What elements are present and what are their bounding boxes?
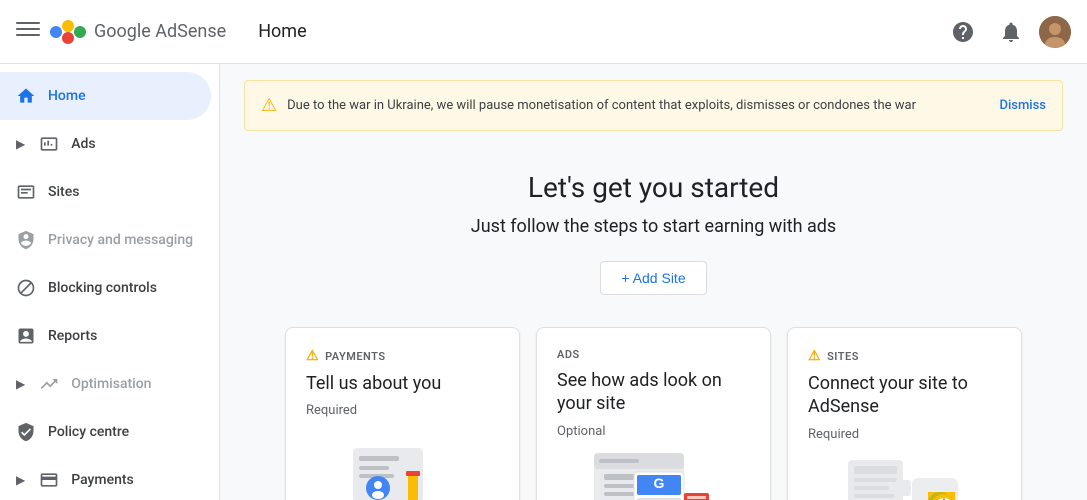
sidebar-item-label: Payments	[71, 472, 134, 488]
main-content: ⚠ Due to the war in Ukraine, we will pau…	[220, 64, 1087, 500]
card-badge: ADS	[557, 348, 750, 361]
privacy-icon	[16, 230, 36, 250]
add-site-label: + Add Site	[621, 270, 685, 286]
notifications-button[interactable]	[991, 12, 1031, 52]
sidebar-item-label: Privacy and messaging	[48, 232, 193, 248]
menu-icon[interactable]	[16, 17, 40, 46]
warning-icon: ⚠	[261, 95, 277, 116]
avatar[interactable]	[1039, 16, 1071, 48]
cards-section: ⚠ PAYMENTS Tell us about you Required	[220, 311, 1087, 500]
reports-icon	[16, 326, 36, 346]
card-status: Required	[808, 427, 1001, 442]
sidebar-item-home[interactable]: Home	[0, 72, 211, 120]
dismiss-button[interactable]: Dismiss	[999, 98, 1046, 113]
card-badge: ⚠ SITES	[808, 348, 1001, 364]
header-actions	[943, 12, 1071, 52]
card-title: Connect your site to AdSense	[808, 372, 1001, 419]
sidebar-item-label: Sites	[48, 184, 79, 200]
policy-icon	[16, 422, 36, 442]
sidebar-item-ads[interactable]: ▶ Ads	[0, 120, 211, 168]
card-payments: ⚠ PAYMENTS Tell us about you Required	[285, 327, 520, 500]
card-status: Optional	[557, 424, 750, 439]
sidebar-item-label: Reports	[48, 328, 97, 344]
blocking-icon	[16, 278, 36, 298]
sidebar-item-optimisation: ▶ Optimisation	[0, 360, 211, 408]
expand-icon: ▶	[16, 473, 25, 487]
hero-title: Let's get you started	[244, 171, 1063, 204]
sidebar-item-sites[interactable]: Sites	[0, 168, 211, 216]
ukraine-banner: ⚠ Due to the war in Ukraine, we will pau…	[244, 80, 1063, 131]
card-title: Tell us about you	[306, 372, 499, 395]
badge-label: SITES	[827, 350, 859, 363]
banner-text: Due to the war in Ukraine, we will pause…	[287, 98, 989, 113]
sidebar-item-policy-centre[interactable]: Policy centre	[0, 408, 211, 456]
badge-label: PAYMENTS	[325, 350, 386, 363]
card-illustration	[808, 450, 1001, 500]
sidebar-item-reports[interactable]: Reports	[0, 312, 211, 360]
expand-icon: ▶	[16, 137, 25, 151]
sidebar-item-label: Ads	[71, 136, 95, 152]
header: Google AdSense Home	[0, 0, 1087, 64]
card-ads: ADS See how ads look on your site Option…	[536, 327, 771, 500]
home-icon	[16, 86, 36, 106]
payments-icon	[39, 470, 59, 490]
badge-label: ADS	[557, 348, 580, 361]
layout: Home ▶ Ads Sites Privacy and messaging	[0, 64, 1087, 500]
ads-icon	[39, 134, 59, 154]
card-illustration: G	[557, 447, 750, 500]
logo-text: Google AdSense	[94, 21, 226, 42]
hero-subtitle: Just follow the steps to start earning w…	[244, 216, 1063, 237]
sites-icon	[16, 182, 36, 202]
alert-icon: ⚠	[808, 348, 821, 364]
sidebar: Home ▶ Ads Sites Privacy and messaging	[0, 64, 220, 500]
logo: Google AdSense	[48, 18, 226, 46]
card-badge: ⚠ PAYMENTS	[306, 348, 499, 364]
hero-section: Let's get you started Just follow the st…	[220, 139, 1087, 311]
add-site-button[interactable]: + Add Site	[600, 261, 706, 295]
card-illustration	[306, 426, 499, 500]
svg-text:G: G	[653, 475, 664, 491]
card-title: See how ads look on your site	[557, 369, 750, 416]
sidebar-item-payments[interactable]: ▶ Payments	[0, 456, 211, 500]
sidebar-item-label: Policy centre	[48, 424, 129, 440]
sidebar-item-blocking-controls[interactable]: Blocking controls	[0, 264, 211, 312]
sidebar-item-label: Blocking controls	[48, 280, 157, 296]
help-button[interactable]	[943, 12, 983, 52]
card-sites: ⚠ SITES Connect your site to AdSense Req…	[787, 327, 1022, 500]
card-status: Required	[306, 403, 499, 418]
optimisation-icon	[39, 374, 59, 394]
sidebar-item-label: Optimisation	[71, 376, 151, 392]
alert-icon: ⚠	[306, 348, 319, 364]
sidebar-item-privacy-messaging: Privacy and messaging	[0, 216, 211, 264]
sidebar-item-label: Home	[48, 88, 86, 104]
expand-icon: ▶	[16, 377, 25, 391]
page-title: Home	[258, 21, 306, 42]
